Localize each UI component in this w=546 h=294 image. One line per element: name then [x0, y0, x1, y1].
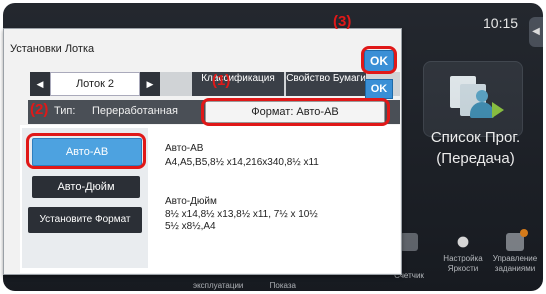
program-list-tile[interactable]: Список Прог. (Передача): [423, 61, 528, 221]
prev-tray-arrow[interactable]: ◀: [30, 72, 50, 96]
classification-tab[interactable]: Классификация: [192, 72, 284, 96]
paper-property-tab[interactable]: Свойство Бумаги: [286, 72, 366, 96]
auto-inch-button[interactable]: Авто-Дюйм: [32, 176, 140, 198]
callout-2: (2): [30, 101, 49, 118]
bottom-labels: эксплуатации Показа: [193, 281, 296, 290]
highlight-format: [201, 98, 390, 126]
auto-inch-sizes-line1: 8½ x14,8½ x13,8½ x11, 7½ x 10½: [165, 209, 318, 220]
set-format-button[interactable]: Установите Формат: [28, 207, 142, 233]
auto-ab-sizes: A4,A5,B5,8½ x14,216x340,8½ x11: [165, 157, 319, 168]
bottom-shortcut-bar: Счетчик Настройка Яркости Управление зад…: [383, 228, 543, 288]
program-list-label: Список Прог. (Передача): [430, 129, 521, 167]
paper-type-label: Тип:: [54, 105, 76, 117]
clock: 10:15: [483, 15, 519, 31]
tray-tab[interactable]: Лоток 2: [50, 72, 140, 96]
highlight-auto-ab: [26, 133, 146, 169]
auto-inch-sizes-line2: 5½ x8½,A4: [165, 221, 216, 232]
auto-inch-heading: Авто-Дюйм: [165, 196, 217, 207]
dialog-title: Установки Лотка: [10, 43, 95, 55]
callout-3: (3): [333, 13, 352, 30]
counter-icon: [400, 233, 418, 251]
auto-ab-heading: Авто-AB: [165, 143, 204, 154]
highlight-ok: [361, 46, 397, 74]
brightness-icon: [454, 233, 472, 251]
next-tray-arrow[interactable]: ▶: [140, 72, 160, 96]
program-list-icon: [423, 61, 523, 137]
brightness-shortcut[interactable]: Настройка Яркости: [437, 228, 489, 288]
callout-1: (1): [212, 72, 231, 89]
side-panel-handle[interactable]: ◀: [529, 17, 543, 47]
paper-type-value: Переработанная: [92, 105, 178, 117]
job-status-icon: [506, 229, 528, 251]
job-status-shortcut[interactable]: Управление заданиями: [489, 228, 541, 288]
ok-button-secondary[interactable]: OK: [365, 79, 393, 99]
